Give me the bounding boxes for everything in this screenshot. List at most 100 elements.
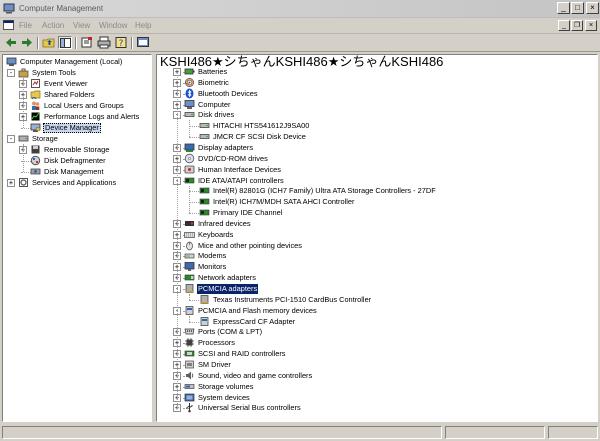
- properties-button[interactable]: [80, 36, 94, 49]
- port-icon: [184, 326, 195, 337]
- console-tree-pane[interactable]: Computer Management (Local) - System Tools…: [2, 54, 152, 422]
- device-item-8-2-label: Primary IDE Channel: [213, 208, 283, 218]
- shared-folder-icon: [30, 89, 41, 100]
- device-item-8-1-label: Intel(R) ICH7M/MDH SATA AHCI Controller: [213, 197, 355, 207]
- ide-controller-icon: [184, 175, 195, 186]
- menu-file[interactable]: File: [19, 21, 32, 30]
- menu-window[interactable]: Window: [99, 21, 127, 30]
- device-category-5-label: Display adapters: [198, 142, 254, 152]
- device-category-9-label: Infrared devices: [198, 218, 251, 228]
- tree-connector-line: [189, 321, 199, 323]
- tree-connector-line: [189, 294, 190, 300]
- menu-view[interactable]: View: [73, 21, 90, 30]
- collapse-button[interactable]: -: [7, 135, 15, 143]
- device-category-22-label: Storage volumes: [198, 381, 254, 391]
- disk-management-icon: [30, 166, 41, 177]
- tree-connector-line: [189, 213, 199, 215]
- show-hide-tree-icon: [59, 37, 71, 50]
- device-category-14-label: Network adapters: [198, 273, 256, 283]
- tree-connector-line: [189, 126, 199, 128]
- back-arrow-icon: [4, 36, 18, 49]
- status-cell-3: [548, 426, 598, 439]
- device-category-17-label: Ports (COM & LPT): [198, 327, 263, 337]
- device-item-8-0-label: Intel(R) 82801G (ICH7 Family) Ultra ATA …: [213, 186, 436, 196]
- disk-drive-icon: [199, 120, 210, 131]
- tree-connector-line: [189, 137, 199, 139]
- device-category-19-label: SCSI and RAID controllers: [198, 349, 286, 359]
- computer-icon: [184, 99, 195, 110]
- forward-button[interactable]: [20, 36, 34, 49]
- device-category-10-label: Keyboards: [198, 229, 234, 239]
- usb-icon: [184, 402, 195, 413]
- tree-item-1-0-label: Removable Storage: [44, 145, 110, 154]
- device-manager-icon: [30, 122, 41, 133]
- device-category-20-label: SM Driver: [198, 359, 231, 369]
- menu-bar: File Action View Window Help _ ❐ ×: [0, 18, 600, 34]
- mouse-icon: [184, 240, 195, 251]
- disk-drive-icon: [184, 109, 195, 120]
- up-one-level-button[interactable]: [42, 36, 56, 49]
- ide-controller-icon: [199, 207, 210, 218]
- print-icon: [97, 36, 111, 49]
- mdi-child-icon[interactable]: [3, 20, 14, 31]
- ide-controller-icon: [199, 196, 210, 207]
- menu-action[interactable]: Action: [42, 21, 64, 30]
- mdi-close-button[interactable]: ×: [585, 20, 597, 31]
- tree-connector-line: [23, 78, 24, 128]
- status-cell-main: [2, 426, 442, 439]
- forward-arrow-icon: [20, 36, 34, 49]
- mdi-minimize-button[interactable]: _: [558, 20, 570, 31]
- window-title: Computer Management: [19, 4, 104, 13]
- toolbar: ?: [0, 34, 600, 52]
- pcmcia-icon: [184, 283, 195, 294]
- device-category-3-label: Computer: [198, 99, 231, 109]
- defrag-icon: [30, 155, 41, 166]
- print-button[interactable]: [97, 36, 111, 49]
- disk-drive-icon: [199, 131, 210, 142]
- menu-help[interactable]: Help: [135, 21, 151, 30]
- title-bar[interactable]: Computer Management _ □ ×: [0, 0, 600, 18]
- device-category-23-label: System devices: [198, 392, 250, 402]
- tree-connector-line: [177, 72, 178, 409]
- processor-icon: [184, 337, 195, 348]
- minimize-button[interactable]: _: [557, 2, 570, 14]
- scsi-controller-icon: [184, 348, 195, 359]
- device-item-15-0-label: Texas Instruments PCI-1510 CardBus Contr…: [213, 294, 372, 304]
- storage-icon: [18, 133, 29, 144]
- computer-management-app-icon[interactable]: [3, 3, 15, 14]
- help-button[interactable]: ?: [114, 36, 128, 49]
- device-tree-pane[interactable]: KSHI486★シちゃんKSHI486★シちゃんKSHI486 + Batteri…: [156, 54, 598, 422]
- status-cell-2: [445, 426, 545, 439]
- svg-text:?: ?: [119, 39, 124, 49]
- tree-item-0-1-label: Shared Folders: [44, 90, 95, 99]
- cd-drive-icon: [184, 153, 195, 164]
- console-view-button[interactable]: [136, 36, 150, 49]
- device-category-12-label: Modems: [198, 251, 227, 261]
- sound-icon: [184, 370, 195, 381]
- tree-connector-line: [189, 191, 199, 193]
- tree-connector-line: [189, 120, 190, 138]
- device-category-8-label: IDE ATA/ATAPI controllers: [198, 175, 284, 185]
- monitor-icon: [184, 261, 195, 272]
- help-icon: ?: [114, 36, 128, 49]
- device-category-6-label: DVD/CD-ROM drives: [198, 153, 268, 163]
- show-hide-console-tree-button[interactable]: [58, 36, 72, 49]
- tree-group-1-label: Storage: [32, 134, 58, 143]
- display-adapter-icon: [184, 142, 195, 153]
- mdi-restore-button[interactable]: ❐: [571, 20, 583, 31]
- expand-button[interactable]: +: [7, 179, 15, 187]
- tree-connector-line: [189, 202, 199, 204]
- tree-connector-line: [189, 185, 190, 214]
- maximize-button[interactable]: □: [571, 2, 584, 14]
- device-category-16-label: PCMCIA and Flash memory devices: [198, 305, 317, 315]
- device-category-2-label: Bluetooth Devices: [198, 88, 258, 98]
- tree-connector-line: [23, 144, 24, 172]
- back-button[interactable]: [4, 36, 18, 49]
- pcmcia-icon: [199, 294, 210, 305]
- close-button[interactable]: ×: [586, 2, 599, 14]
- console-view-icon: [136, 36, 150, 49]
- device-category-24-label: Universal Serial Bus controllers: [198, 403, 301, 413]
- collapse-button[interactable]: -: [7, 69, 15, 77]
- tree-item-0-4-label: Device Manager: [43, 123, 101, 133]
- system-device-icon: [184, 392, 195, 403]
